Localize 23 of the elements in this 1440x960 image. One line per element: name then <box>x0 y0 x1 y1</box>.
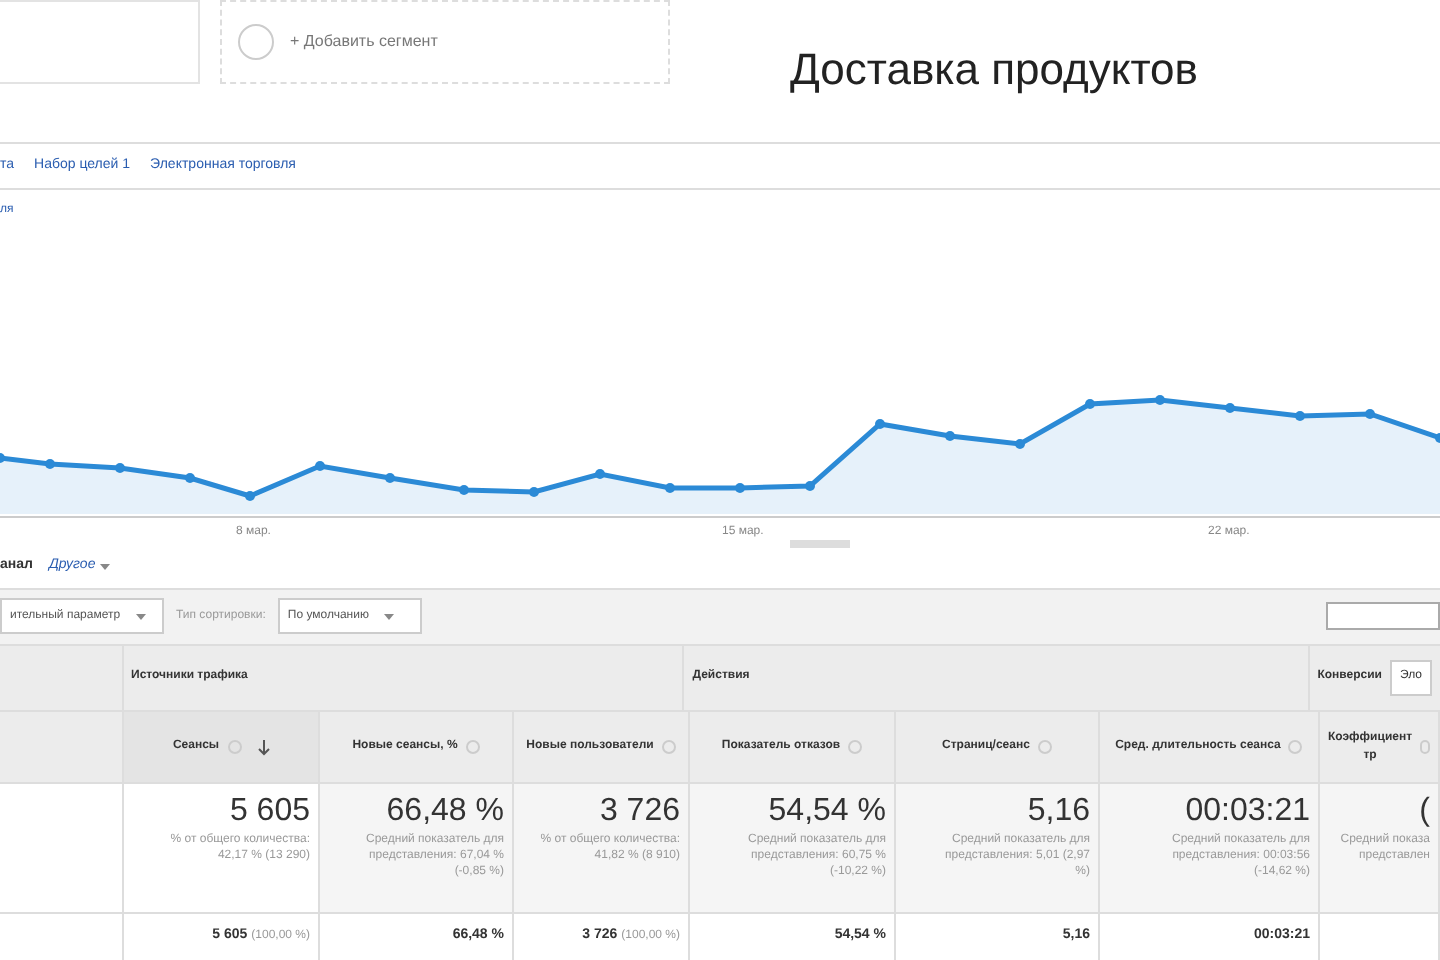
sort-down-arrow-icon <box>257 739 270 756</box>
segment-card[interactable] <box>0 0 200 84</box>
summary-value: 54,54 % <box>768 791 886 832</box>
page-title: Доставка продуктов <box>790 42 1198 98</box>
help-icon[interactable] <box>1288 740 1303 755</box>
caret-icon <box>99 563 110 570</box>
collapse-handle[interactable] <box>790 540 850 549</box>
help-icon[interactable] <box>227 740 242 755</box>
help-icon[interactable] <box>1420 740 1430 755</box>
help-icon[interactable] <box>1037 740 1052 755</box>
search-field[interactable] <box>1326 602 1440 631</box>
summary-value: 66,48 % <box>386 791 504 832</box>
caret-icon <box>384 613 395 620</box>
help-icon[interactable] <box>661 740 676 755</box>
summary-value: ( <box>1419 791 1430 832</box>
summary-value: 3 726 <box>599 791 680 832</box>
help-icon[interactable] <box>465 740 480 755</box>
help-icon[interactable] <box>848 740 863 755</box>
summary-value: 00:03:21 <box>1185 791 1310 832</box>
add-segment-card[interactable]: + Добавить сегмент <box>220 0 670 84</box>
summary-value: 5 605 <box>229 791 310 832</box>
caret-icon <box>136 613 147 620</box>
summary-value: 5,16 <box>1027 791 1090 832</box>
